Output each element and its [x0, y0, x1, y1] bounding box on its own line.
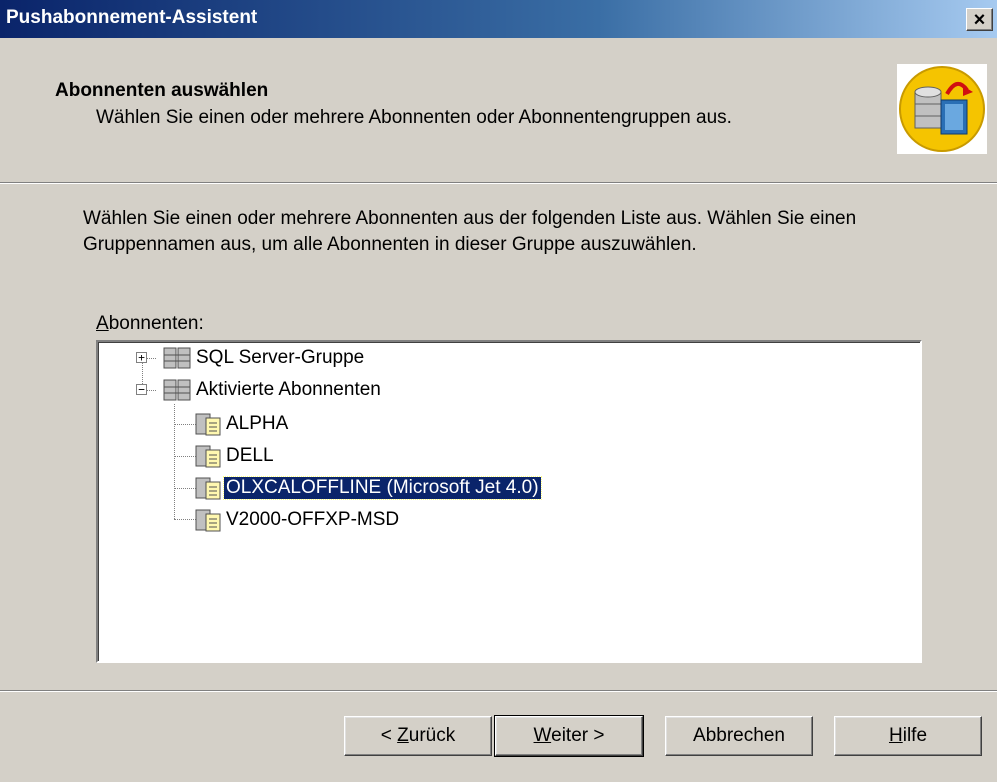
collapse-icon[interactable]: −	[136, 384, 147, 395]
subscriber-icon	[195, 509, 221, 532]
subscriber-icon	[195, 477, 221, 500]
back-button[interactable]: < Zurück	[344, 716, 492, 756]
footer-separator	[0, 690, 997, 692]
page-subtitle: Wählen Sie einen oder mehrere Abonnenten…	[96, 107, 732, 128]
tree-connector	[174, 404, 175, 519]
subscriber-icon	[195, 445, 221, 468]
subscriber-icon	[195, 413, 221, 436]
help-button[interactable]: Hilfe	[834, 716, 982, 756]
close-button[interactable]: ×	[966, 8, 993, 31]
expand-icon[interactable]: +	[136, 352, 147, 363]
tree-node-label: V2000-OFFXP-MSD	[226, 509, 400, 530]
tree-connector	[174, 488, 196, 489]
cancel-button[interactable]: Abbrechen	[665, 716, 813, 756]
tree-node-aktivierte-abonnenten[interactable]: Aktivierte Abonnenten	[162, 376, 383, 404]
tree-node-label: DELL	[226, 445, 274, 466]
next-button-label: Weiter >	[533, 725, 605, 746]
tree-connector	[174, 456, 196, 457]
instructions-text: Wählen Sie einen oder mehrere Abonnenten…	[83, 208, 857, 255]
header-separator	[0, 182, 997, 184]
tree-node-label: SQL Server-Gruppe	[196, 347, 365, 368]
wizard-header: Abonnenten auswählen Wählen Sie einen od…	[0, 52, 997, 182]
tree-node-sql-server-gruppe[interactable]: SQL Server-Gruppe	[162, 344, 366, 372]
tree-node-dell[interactable]: DELL	[194, 442, 276, 470]
server-group-icon	[163, 347, 191, 369]
next-button[interactable]: Weiter >	[494, 715, 644, 757]
back-button-label: < Zurück	[380, 725, 456, 746]
server-group-icon	[163, 379, 191, 401]
tree-node-label: OLXCALOFFLINE (Microsoft Jet 4.0)	[223, 476, 542, 500]
tree-connector	[174, 519, 196, 520]
subscribers-label: Abonnenten:	[96, 313, 204, 334]
tree-node-v2000-offxp-msd[interactable]: V2000-OFFXP-MSD	[194, 506, 401, 534]
tree-node-label: ALPHA	[226, 413, 289, 434]
subscribers-tree[interactable]: + SQL Server-Gruppe − Aktivierte Abonnen…	[96, 340, 922, 663]
tree-node-label: Aktivierte Abonnenten	[196, 379, 381, 400]
tree-connector	[174, 424, 196, 425]
help-button-label: Hilfe	[888, 725, 928, 746]
page-title: Abonnenten auswählen	[55, 80, 269, 101]
tree-node-alpha[interactable]: ALPHA	[194, 410, 290, 438]
database-publish-icon	[897, 64, 987, 154]
window-title: Pushabonnement-Assistent	[6, 7, 258, 28]
tree-node-olxcaloffline[interactable]: OLXCALOFFLINE (Microsoft Jet 4.0)	[194, 474, 542, 502]
title-bar[interactable]: Pushabonnement-Assistent ×	[0, 0, 997, 38]
